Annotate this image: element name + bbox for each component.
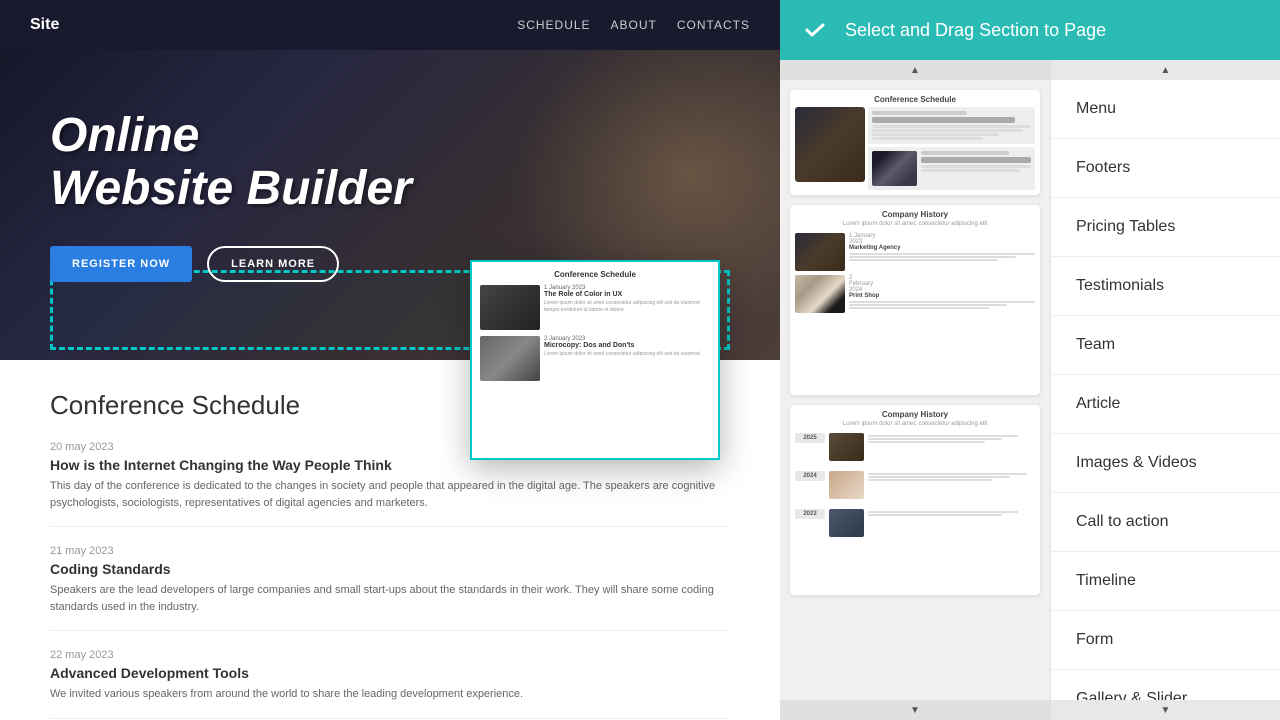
section-item-images-videos[interactable]: Images & Videos [1051, 434, 1280, 493]
section-item-footers[interactable]: Footers [1051, 139, 1280, 198]
thumb-header-1: Conference Schedule [790, 90, 1040, 107]
thumbnail-company-history-2[interactable]: Company History Lorem ipsum dolor sit am… [790, 405, 1040, 595]
dragged-text-1: 1 January 2023 The Role of Color in UX L… [544, 285, 710, 330]
section-item-call-to-action[interactable]: Call to action [1051, 493, 1280, 552]
dragged-card-title: Conference Schedule [480, 270, 710, 279]
company-row-img-2 [795, 275, 845, 313]
timeline-row-1: 2025 [795, 433, 1035, 461]
thumb-right-1 [868, 107, 1035, 190]
section-item-gallery-slider[interactable]: Gallery & Slider [1051, 670, 1280, 700]
dragged-img-1 [480, 285, 540, 330]
section-item-menu[interactable]: Menu [1051, 80, 1280, 139]
article-date-2: 21 may 2023 [50, 545, 730, 557]
article-body-3: We invited various speakers from around … [50, 686, 730, 703]
article-body-2: Speakers are the lead developers of larg… [50, 582, 730, 615]
thumb-text-1a [868, 107, 1035, 144]
site-nav: SCHEDULE ABOUT CONTACTS [517, 18, 750, 32]
article-body-1: This day of the conference is dedicated … [50, 478, 730, 511]
section-list: Menu Footers Pricing Tables Testimonials… [1051, 80, 1280, 700]
company-history-1-body: Company History Lorem ipsum dolor sit am… [790, 205, 1040, 318]
right-panel-content: ▲ Conference Schedule [780, 60, 1280, 720]
hero-title: Online Website Builder [50, 110, 730, 216]
section-item-testimonials[interactable]: Testimonials [1051, 257, 1280, 316]
section-item-form[interactable]: Form [1051, 611, 1280, 670]
section-item-team[interactable]: Team [1051, 316, 1280, 375]
dragged-img-2 [480, 336, 540, 381]
thumbnails-list: Conference Schedule [780, 80, 1050, 700]
dragged-text-2: 2 January 2023 Microcopy: Dos and Don'ts… [544, 336, 710, 381]
company-history-2-body: Company History Lorem ipsum dolor sit am… [790, 405, 1040, 542]
thumb-text-1b [868, 147, 1035, 190]
article-item-3: 22 may 2023 Advanced Development Tools W… [50, 649, 730, 719]
thumbnails-scroll-up[interactable]: ▲ [780, 60, 1050, 80]
site-logo: Site [30, 16, 59, 34]
top-bar-title: Select and Drag Section to Page [845, 20, 1106, 41]
dragged-section-card[interactable]: Conference Schedule 1 January 2023 The R… [470, 260, 720, 460]
article-date-3: 22 may 2023 [50, 649, 730, 661]
nav-item-about[interactable]: ABOUT [611, 18, 657, 32]
company-row-img-1 [795, 233, 845, 271]
thumbnails-scroll-down[interactable]: ▼ [780, 700, 1050, 720]
thumbnail-conference-schedule-1[interactable]: Conference Schedule [790, 90, 1040, 195]
article-item-2: 21 may 2023 Coding Standards Speakers ar… [50, 545, 730, 631]
section-item-article[interactable]: Article [1051, 375, 1280, 434]
nav-item-contacts[interactable]: CONTACTS [677, 18, 750, 32]
thumb-img-speaker [795, 107, 865, 182]
section-item-timeline[interactable]: Timeline [1051, 552, 1280, 611]
register-now-button[interactable]: REGISTER NOW [50, 246, 192, 282]
thumbnail-company-history-1[interactable]: Company History Lorem ipsum dolor sit am… [790, 205, 1040, 395]
article-title-2: Coding Standards [50, 561, 730, 577]
top-bar: Select and Drag Section to Page [780, 0, 1280, 60]
company-row-1: 1 January 2023 Marketing Agency [795, 233, 1035, 271]
nav-item-schedule[interactable]: SCHEDULE [517, 18, 590, 32]
site-header: Site SCHEDULE ABOUT CONTACTS [0, 0, 780, 50]
timeline-row-3: 2023 [795, 509, 1035, 537]
website-preview: Site SCHEDULE ABOUT CONTACTS Online Webs… [0, 0, 780, 720]
thumb-body-1 [790, 107, 1040, 195]
section-list-scroll-up[interactable]: ▲ [1051, 60, 1280, 80]
learn-more-button[interactable]: LEARN MORE [207, 246, 339, 282]
section-selector-panel: Select and Drag Section to Page ▲ Confer… [780, 0, 1280, 720]
company-row-2: 2 February 2024 Print Shop [795, 275, 1035, 313]
check-icon [800, 15, 830, 45]
section-item-pricing-tables[interactable]: Pricing Tables [1051, 198, 1280, 257]
timeline-row-2: 2024 [795, 471, 1035, 499]
article-title-3: Advanced Development Tools [50, 665, 730, 681]
section-list-scroll-down[interactable]: ▼ [1051, 700, 1280, 720]
